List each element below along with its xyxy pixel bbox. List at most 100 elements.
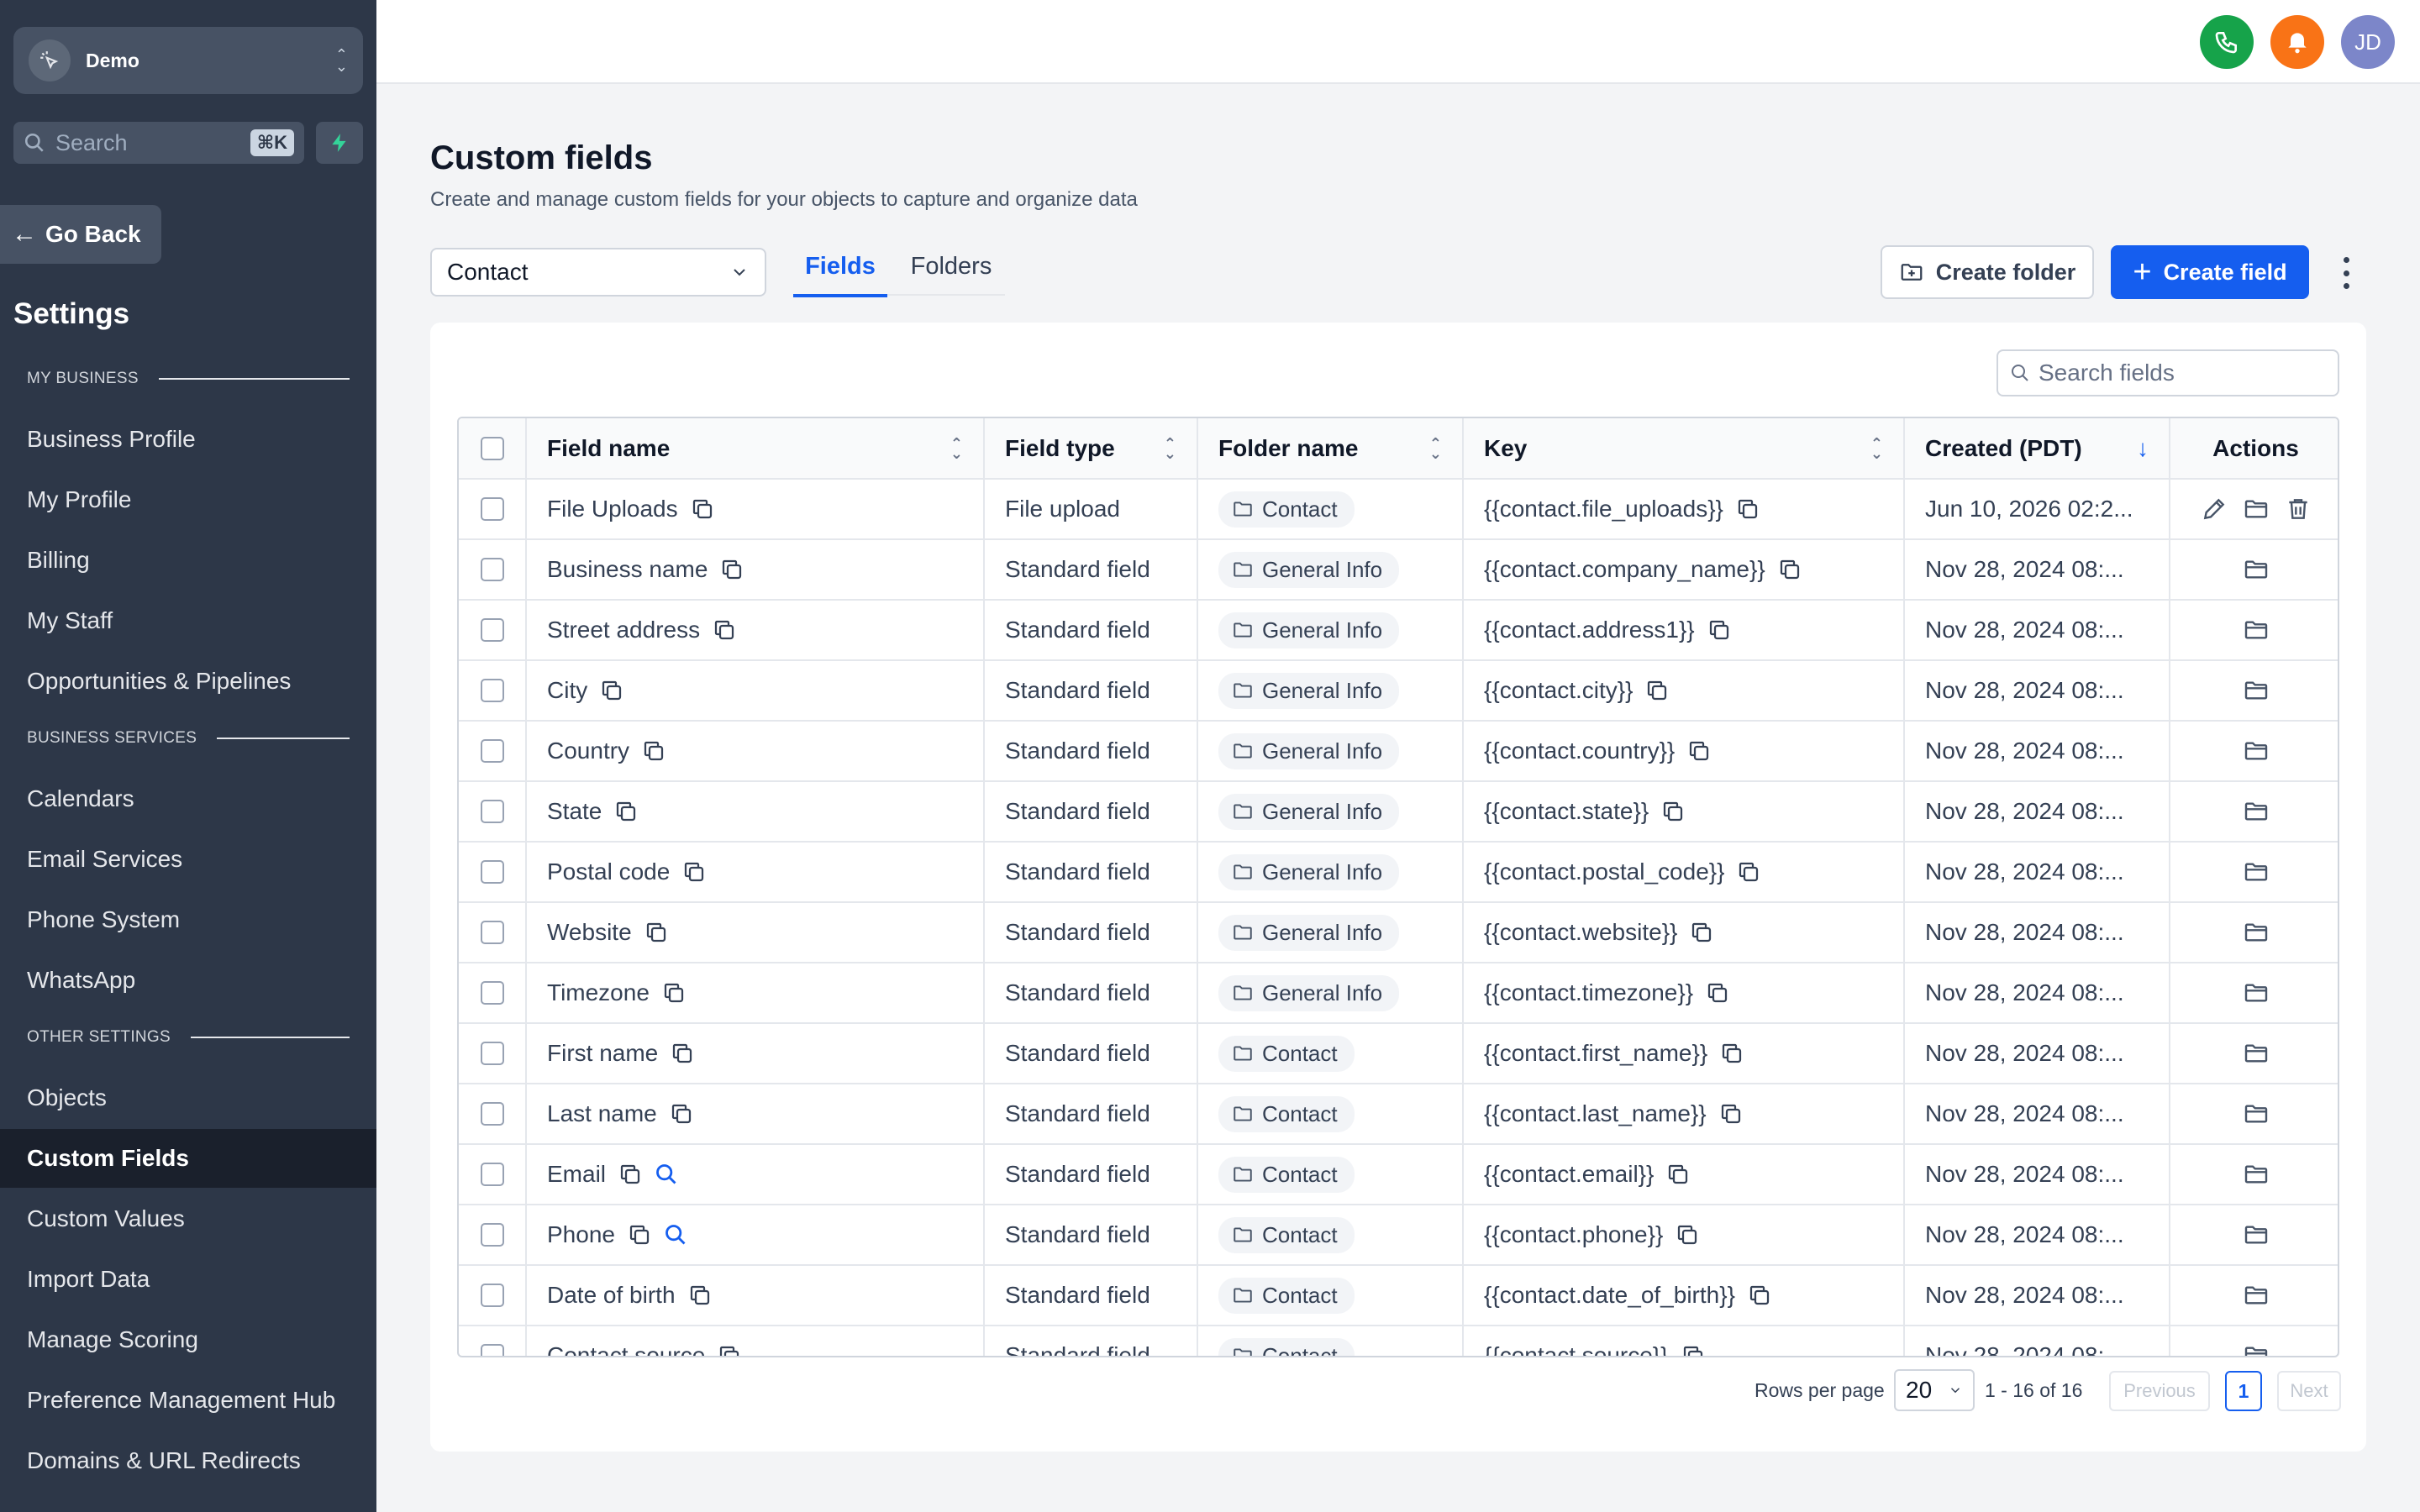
copy-icon[interactable] [669,1101,694,1126]
move-to-folder-icon[interactable] [2243,858,2270,885]
col-key[interactable]: Key ⌃ ⌄ [1463,418,1905,480]
trash-icon[interactable] [2285,496,2312,522]
notifications-button[interactable] [2270,15,2324,69]
copy-icon[interactable] [717,1343,742,1357]
rows-per-page-select[interactable]: 20 [1894,1369,1975,1411]
previous-page-button[interactable]: Previous [2109,1371,2210,1411]
copy-icon[interactable] [1705,980,1730,1005]
sidebar-item-import-data[interactable]: Import Data [0,1250,376,1309]
col-created[interactable]: Created (PDT) ↓ [1904,418,2170,480]
copy-icon[interactable] [641,738,666,764]
row-checkbox[interactable] [480,860,504,884]
copy-icon[interactable] [1681,1343,1706,1357]
copy-icon[interactable] [618,1162,643,1187]
col-field-type[interactable]: Field type ⌃ ⌄ [984,418,1198,480]
move-to-folder-icon[interactable] [2243,1161,2270,1188]
row-checkbox[interactable] [480,679,504,702]
copy-icon[interactable] [661,980,687,1005]
copy-icon[interactable] [1644,678,1670,703]
row-checkbox[interactable] [480,800,504,823]
copy-icon[interactable] [627,1222,652,1247]
create-field-button[interactable]: + Create field [2111,245,2309,299]
copy-icon[interactable] [1707,617,1732,643]
sidebar-item-email-services[interactable]: Email Services [0,830,376,889]
row-checkbox[interactable] [480,1042,504,1065]
move-to-folder-icon[interactable] [2243,617,2270,643]
copy-icon[interactable] [1718,1101,1744,1126]
copy-icon[interactable] [712,617,737,643]
sidebar-item-objects[interactable]: Objects [0,1068,376,1127]
location-switcher[interactable]: Demo ⌃ ⌄ [13,27,363,94]
row-checkbox[interactable] [480,1163,504,1186]
sidebar-item-domains-url-redirects[interactable]: Domains & URL Redirects [0,1431,376,1490]
copy-icon[interactable] [1735,496,1760,522]
row-checkbox[interactable] [480,921,504,944]
copy-icon[interactable] [1660,799,1686,824]
col-field-name[interactable]: Field name ⌃ ⌄ [526,418,985,480]
sidebar-item-custom-fields[interactable]: Custom Fields [0,1129,376,1188]
copy-icon[interactable] [1736,859,1761,885]
sidebar-item-custom-values[interactable]: Custom Values [0,1189,376,1248]
object-select[interactable]: Contact [430,248,766,297]
copy-icon[interactable] [1777,557,1802,582]
sidebar-item-opportunities-pipelines[interactable]: Opportunities & Pipelines [0,652,376,711]
copy-icon[interactable] [681,859,707,885]
copy-icon[interactable] [687,1283,713,1308]
copy-icon[interactable] [1719,1041,1744,1066]
sidebar-item-whatsapp[interactable]: WhatsApp [0,951,376,1010]
move-to-folder-icon[interactable] [2243,979,2270,1006]
phone-button[interactable] [2200,15,2254,69]
sidebar-item-manage-scoring[interactable]: Manage Scoring [0,1310,376,1369]
select-all-checkbox[interactable] [480,436,504,460]
search-icon[interactable] [655,1163,678,1186]
copy-icon[interactable] [719,557,744,582]
move-to-folder-icon[interactable] [2243,1100,2270,1127]
move-to-folder-icon[interactable] [2243,919,2270,946]
row-checkbox[interactable] [480,558,504,581]
more-options-icon[interactable] [2336,252,2356,294]
copy-icon[interactable] [1689,920,1714,945]
row-checkbox[interactable] [480,618,504,642]
tab-fields[interactable]: Fields [793,250,887,297]
copy-icon[interactable] [1686,738,1712,764]
move-to-folder-icon[interactable] [2243,1282,2270,1309]
col-folder-name[interactable]: Folder name ⌃ ⌄ [1197,418,1464,480]
row-checkbox[interactable] [480,739,504,763]
edit-icon[interactable] [2201,496,2228,522]
copy-icon[interactable] [670,1041,695,1066]
sidebar-item-my-staff[interactable]: My Staff [0,591,376,650]
copy-icon[interactable] [599,678,624,703]
move-to-folder-icon[interactable] [2243,738,2270,764]
copy-icon[interactable] [613,799,639,824]
row-checkbox[interactable] [480,497,504,521]
sidebar-item-phone-system[interactable]: Phone System [0,890,376,949]
sidebar-search[interactable]: Search ⌘K [13,122,304,164]
create-folder-button[interactable]: Create folder [1881,245,2094,299]
sidebar-item-my-profile[interactable]: My Profile [0,470,376,529]
user-avatar[interactable]: JD [2341,15,2395,69]
move-to-folder-icon[interactable] [2243,1221,2270,1248]
quick-actions-button[interactable] [316,122,363,164]
go-back-button[interactable]: ← Go Back [0,205,161,264]
move-to-folder-icon[interactable] [2243,556,2270,583]
copy-icon[interactable] [1675,1222,1700,1247]
row-checkbox[interactable] [480,1284,504,1307]
search-fields-input[interactable]: Search fields [1996,349,2339,396]
copy-icon[interactable] [1747,1283,1772,1308]
page-1-button[interactable]: 1 [2225,1371,2262,1411]
copy-icon[interactable] [644,920,669,945]
next-page-button[interactable]: Next [2277,1371,2341,1411]
row-checkbox[interactable] [480,1102,504,1126]
tab-folders[interactable]: Folders [897,250,1005,297]
copy-icon[interactable] [690,496,715,522]
move-to-folder-icon[interactable] [2243,1040,2270,1067]
row-checkbox[interactable] [480,981,504,1005]
move-to-folder-icon[interactable] [2243,1342,2270,1357]
move-to-folder-icon[interactable] [2243,798,2270,825]
search-icon[interactable] [664,1223,687,1247]
sidebar-item-billing[interactable]: Billing [0,531,376,590]
move-to-folder-icon[interactable] [2243,677,2270,704]
copy-icon[interactable] [1665,1162,1691,1187]
sidebar-item-preference-management-hub[interactable]: Preference Management Hub [0,1371,376,1430]
sidebar-item-calendars[interactable]: Calendars [0,769,376,828]
